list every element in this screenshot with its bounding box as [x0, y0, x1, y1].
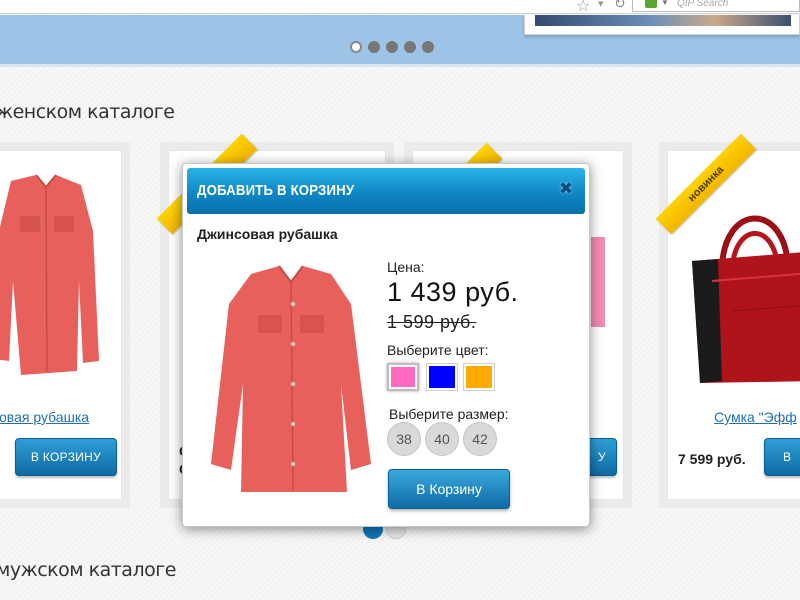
search-placeholder: QIP Search [677, 0, 729, 9]
section-title-men: мужском каталоге [0, 559, 176, 581]
size-option-38[interactable]: 38 [387, 422, 421, 456]
top-banner [0, 15, 800, 67]
add-to-cart-modal: ДОБАВИТЬ В КОРЗИНУ ✖ Джинсовая рубашка Ц… [182, 163, 590, 527]
banner-photo [535, 15, 791, 26]
browser-toolbar: ☆ ▾ ↻ ▼ QIP Search [0, 0, 800, 15]
close-icon[interactable]: ✖ [557, 180, 575, 198]
product-image[interactable] [692, 181, 800, 391]
color-label: Выберите цвет: [387, 342, 489, 358]
slider-dot[interactable] [422, 41, 434, 53]
product-name: Джинсовая рубашка [197, 226, 338, 242]
swatch-fill [466, 366, 492, 388]
color-swatch-blue[interactable] [426, 363, 458, 391]
product-link[interactable]: Сумка "Эфф [714, 409, 797, 425]
color-swatch-orange[interactable] [463, 363, 495, 391]
section-title-women: женском каталоге [0, 101, 175, 123]
slider-dot[interactable] [404, 41, 416, 53]
add-to-cart-button[interactable]: В [764, 438, 800, 476]
banner-slider-dots [350, 41, 434, 53]
price-label: Цена: [387, 259, 425, 275]
add-to-cart-button[interactable]: В КОРЗИНУ [15, 438, 117, 476]
product-price: 7 599 руб. [678, 451, 746, 467]
reload-icon[interactable]: ↻ [614, 0, 626, 12]
price-old: 1 599 руб. [387, 312, 477, 332]
slider-dot[interactable] [368, 41, 380, 53]
bookmark-star-icon[interactable]: ☆ [576, 0, 590, 15]
swatch-fill [429, 366, 455, 388]
add-to-cart-button[interactable]: У [587, 438, 617, 476]
chevron-down-icon[interactable]: ▼ [661, 0, 669, 7]
size-option-40[interactable]: 40 [425, 422, 459, 456]
product-card: новинка Сумка "Эфф 7 599 руб. В [655, 133, 800, 500]
slider-dot[interactable] [350, 41, 362, 53]
slider-dot[interactable] [386, 41, 398, 53]
add-to-cart-button[interactable]: В Корзину [388, 469, 510, 509]
search-engine-icon[interactable] [645, 0, 657, 8]
color-swatch-pink[interactable] [387, 363, 419, 391]
banner-image[interactable] [524, 15, 800, 35]
modal-title: ДОБАВИТЬ В КОРЗИНУ [197, 182, 355, 199]
search-input[interactable]: ▼ QIP Search [632, 0, 800, 12]
swatch-fill [391, 367, 415, 387]
size-label: Выберите размер: [389, 406, 509, 422]
product-image [211, 265, 371, 492]
product-image[interactable] [0, 171, 101, 391]
product-image[interactable] [591, 237, 605, 327]
size-option-42[interactable]: 42 [463, 422, 497, 456]
price-current: 1 439 руб. [387, 277, 519, 307]
modal-header: ДОБАВИТЬ В КОРЗИНУ ✖ [187, 168, 585, 214]
product-link[interactable]: овая рубашка [0, 409, 89, 425]
product-card: овая рубашка В КОРЗИНУ [0, 150, 122, 500]
chevron-down-icon[interactable]: ▾ [598, 0, 604, 10]
